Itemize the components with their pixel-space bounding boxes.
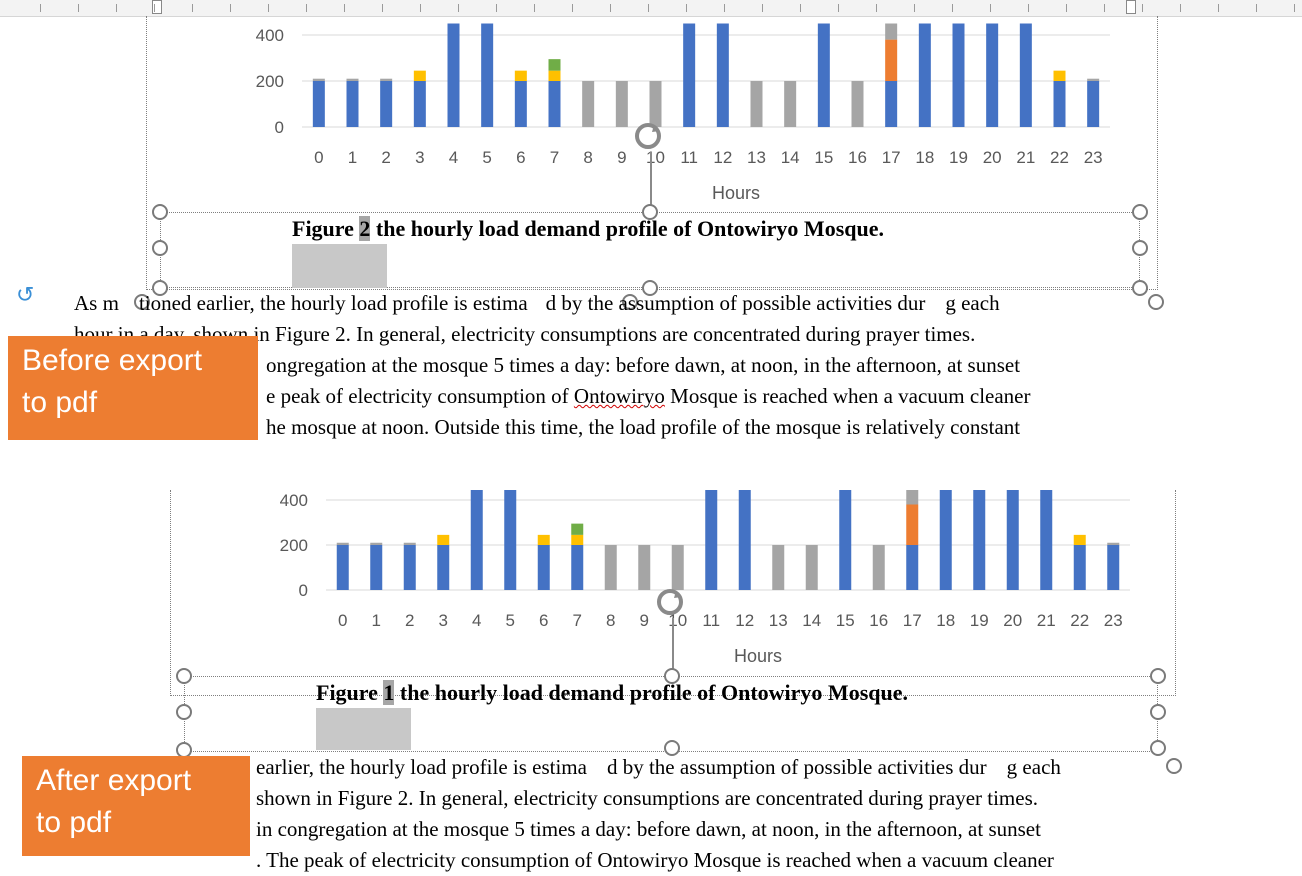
anchor-icon[interactable]: ↺ [16,282,34,308]
before-export-panel: 0 200 400 0 1 2 3 4 5 6 7 8 9 10 11 12 13 14 15 16 17 18 19 20 2… [0,0,1302,440]
after-export-label: After export to pdf [22,756,250,856]
paragraph-line: in congregation at the mosque 5 times a … [256,817,1041,841]
figure-caption[interactable]: Figure 2 the hourly load demand profile … [292,216,884,242]
selection-highlight [316,708,411,750]
figure-caption[interactable]: Figure 1 the hourly load demand profile … [316,680,908,706]
selection-highlight [292,244,387,288]
resize-handle-right[interactable] [1150,704,1166,720]
resize-handle-left[interactable] [176,704,192,720]
paragraph-line: shown in Figure 2. In general, electrici… [256,786,1039,810]
paragraph-line: As m tioned earlier, the hourly load prof… [74,291,1000,315]
caption-text: the hourly load demand profile of Ontowi… [394,680,908,705]
paragraph-line: . The peak of electricity consumption of… [256,848,1054,872]
rotate-handle-icon[interactable] [632,120,664,152]
resize-handle-top-right[interactable] [1150,668,1166,684]
resize-handle-right[interactable] [1132,240,1148,256]
resize-handle-top[interactable] [642,204,658,220]
resize-handle-top[interactable] [664,668,680,684]
caption-text: the hourly load demand profile of Ontowi… [370,216,884,241]
resize-handle-top-left[interactable] [152,204,168,220]
resize-handle-top-right[interactable] [1132,204,1148,220]
after-export-panel: 0 200 400 0 1 2 3 4 5 6 7 8 9 10 11 12 13 14 15 16 17 18 19 20 2… [0,470,1302,876]
rotate-handle-icon[interactable] [654,586,686,618]
body-paragraph[interactable]: earlier, the hourly load profile is esti… [256,752,1246,876]
rotate-connector [650,152,652,210]
resize-handle-left[interactable] [152,240,168,256]
resize-handle-top-left[interactable] [176,668,192,684]
caption-number-field[interactable]: 1 [383,680,395,705]
caption-number-field[interactable]: 2 [359,216,371,241]
paragraph-line: earlier, the hourly load profile is esti… [256,755,1061,779]
caption-prefix: Figure [316,680,384,705]
before-export-label: Before export to pdf [8,336,258,440]
caption-prefix: Figure [292,216,360,241]
spelling-error[interactable]: Ontowiryo [574,384,665,408]
